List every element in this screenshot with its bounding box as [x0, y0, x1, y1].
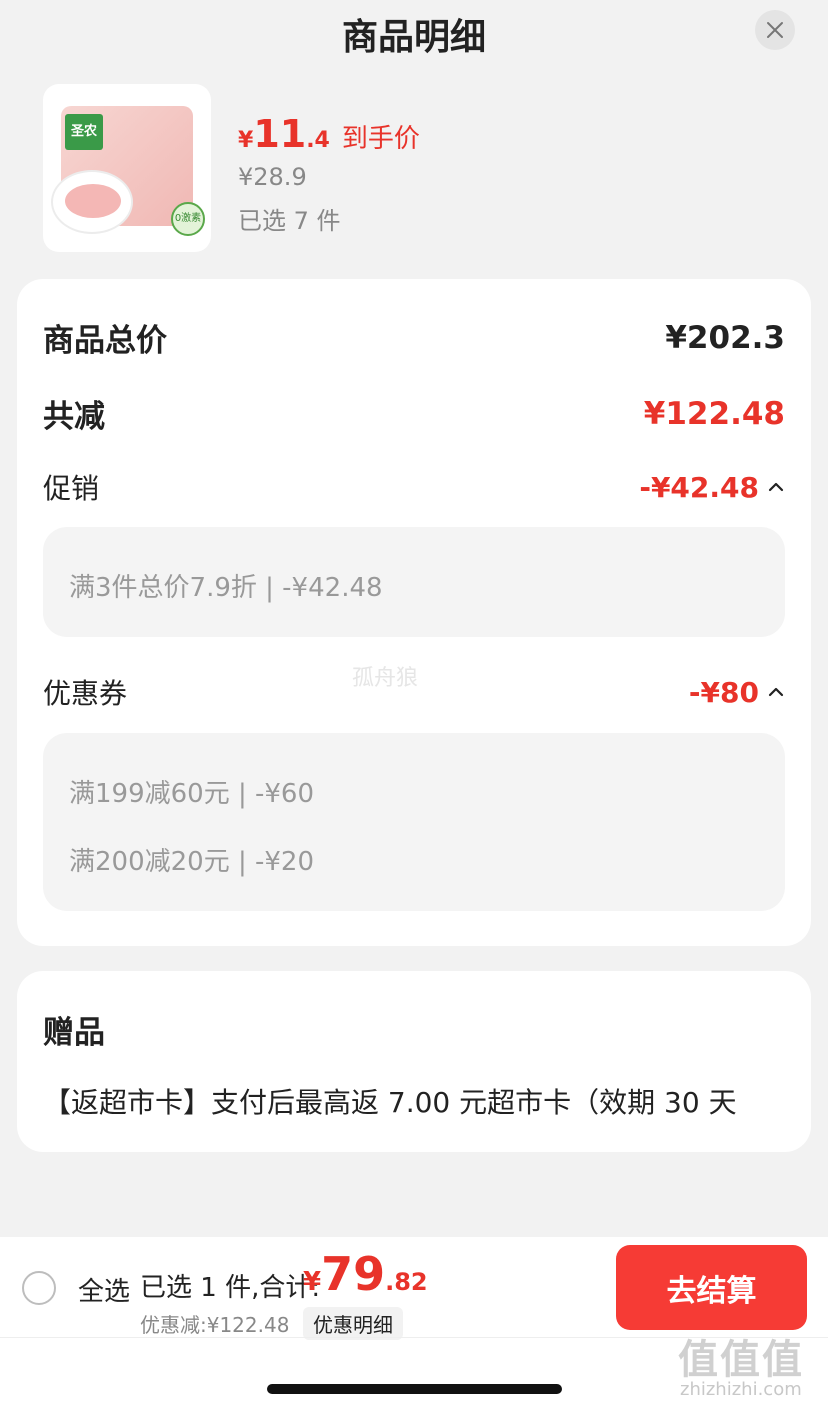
- product-image: 圣农 0激素: [43, 84, 211, 252]
- coupon-amount[interactable]: -¥80: [689, 676, 785, 709]
- promo-item: 满3件总价7.9折 | -¥42.48: [69, 573, 383, 603]
- bottom-bar: 全选 已选 1 件,合计: ¥ 79 .82 优惠减:¥122.48 优惠明细 …: [0, 1237, 828, 1410]
- coupon-value: -¥80: [688, 675, 759, 709]
- promo-amount[interactable]: -¥42.48: [639, 471, 785, 504]
- select-all-radio[interactable]: [22, 1271, 56, 1305]
- site-url: zhizhizhi.com: [680, 1379, 802, 1400]
- reduction-label: 共减: [43, 399, 105, 435]
- gift-text: 【返超市卡】支付后最高返 7.00 元超市卡（效期 30 天: [43, 1086, 737, 1119]
- coupon-label: 优惠券: [43, 677, 128, 710]
- gift-title: 赠品: [43, 1015, 105, 1051]
- reduction-value: ¥122.48: [643, 395, 785, 432]
- product-price: ¥ 11 .4 到手价: [238, 112, 420, 156]
- coupon-detail-box: 满199减60元 | -¥60 满200减20元 | -¥20: [43, 733, 785, 911]
- product-brand-label: 圣农: [65, 114, 103, 150]
- home-indicator: [267, 1384, 562, 1394]
- summary-price: ¥ 79 .82: [303, 1247, 428, 1301]
- summary-label: 已选 1 件,合计:: [140, 1273, 321, 1303]
- price-breakdown-card: 商品总价 ¥202.3 共减 ¥122.48 促销 -¥42.48 满3件总价7…: [17, 279, 811, 946]
- sum-decimal: .82: [385, 1268, 428, 1296]
- total-value: ¥202.3: [665, 319, 785, 356]
- price-symbol: ¥: [238, 128, 254, 153]
- reduction-row: 共减 ¥122.48: [43, 391, 785, 436]
- watermark: 孤舟狼: [352, 666, 419, 691]
- price-tag: 到手价: [341, 124, 420, 154]
- promo-value: -¥42.48: [639, 470, 759, 504]
- coupon-item: 满199减60元 | -¥60: [69, 779, 315, 809]
- coupon-item: 满200减20元 | -¥20: [69, 847, 315, 877]
- chevron-up-icon[interactable]: [767, 683, 785, 701]
- close-icon: [767, 22, 783, 38]
- close-button[interactable]: [755, 10, 795, 50]
- original-price: ¥28.9: [238, 163, 307, 191]
- chevron-up-icon[interactable]: [767, 478, 785, 496]
- selected-count: 已选 7 件: [238, 207, 341, 235]
- site-logo: 值值值: [678, 1337, 804, 1383]
- promo-row[interactable]: 促销 -¥42.48: [43, 467, 785, 507]
- discount-summary: 优惠减:¥122.48: [140, 1313, 290, 1337]
- checkout-button[interactable]: 去结算: [616, 1245, 807, 1330]
- total-label: 商品总价: [43, 323, 167, 359]
- sum-symbol: ¥: [303, 1267, 322, 1297]
- discount-detail-button[interactable]: 优惠明细: [303, 1307, 403, 1340]
- product-meat: [65, 184, 121, 218]
- total-row: 商品总价 ¥202.3: [43, 315, 785, 360]
- price-decimal: .4: [306, 128, 330, 153]
- product-seal: 0激素: [171, 202, 205, 236]
- promo-label: 促销: [43, 472, 100, 505]
- gift-card: 赠品 【返超市卡】支付后最高返 7.00 元超市卡（效期 30 天: [17, 971, 811, 1152]
- price-integer: 11: [253, 112, 307, 156]
- promo-detail-box: 满3件总价7.9折 | -¥42.48: [43, 527, 785, 637]
- select-all-label[interactable]: 全选: [78, 1271, 130, 1308]
- sum-integer: 79: [321, 1247, 386, 1301]
- page-title: 商品明细: [341, 17, 486, 58]
